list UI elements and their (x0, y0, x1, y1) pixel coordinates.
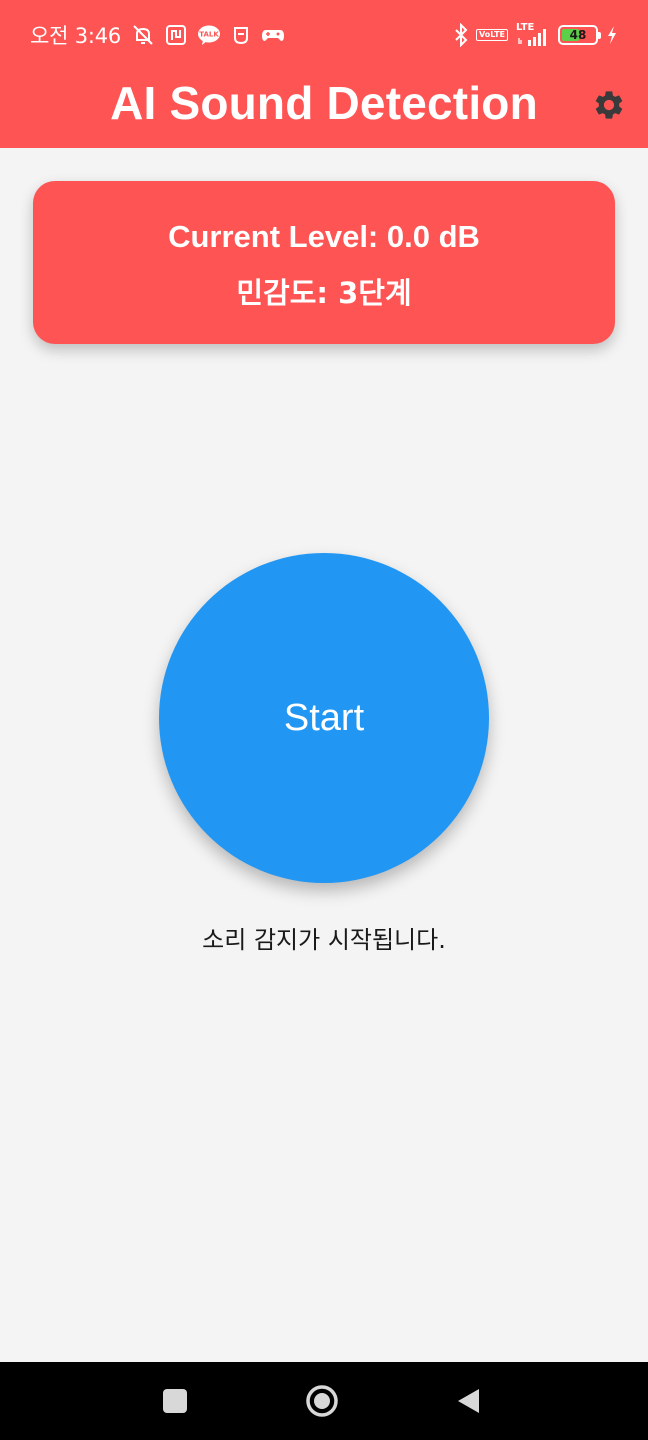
app-title: AI Sound Detection (110, 77, 538, 129)
battery-level: 48 (569, 28, 587, 42)
bluetooth-icon (454, 23, 468, 47)
recent-apps-icon (163, 1389, 187, 1413)
sensitivity-text: 민감도: 3단계 (236, 276, 412, 310)
volte-icon: Vo LTE (476, 29, 508, 41)
battery-icon: 48 (558, 25, 601, 45)
mute-icon (131, 23, 155, 47)
home-button[interactable] (287, 1362, 357, 1440)
gamepad-icon (261, 25, 285, 45)
lte-signal-icon: LTE (516, 22, 550, 48)
home-icon (306, 1385, 338, 1417)
navigation-bar (0, 1362, 648, 1440)
settings-button[interactable] (588, 84, 630, 126)
kakaotalk-label: TALK (199, 31, 219, 39)
back-button[interactable] (433, 1362, 503, 1440)
app-bar: AI Sound Detection (0, 68, 648, 148)
nfc-icon (165, 24, 187, 46)
current-level-text: Current Level: 0.0 dB (168, 219, 480, 254)
status-time: 오전 3:46 (30, 24, 122, 48)
back-icon (458, 1389, 479, 1413)
gear-icon (595, 91, 623, 119)
start-button[interactable]: Start (159, 553, 489, 883)
status-bar-right: Vo LTE LTE 48 (454, 20, 618, 50)
status-bar: 오전 3:46 TALK Vo LTE LTE 48 (0, 0, 648, 68)
volte-label-bottom: LTE (490, 30, 505, 39)
detection-status-message: 소리 감지가 시작됩니다. (202, 926, 446, 954)
volte-label-top: Vo (479, 30, 491, 39)
level-card: Current Level: 0.0 dB 민감도: 3단계 (33, 181, 615, 344)
recent-apps-button[interactable] (140, 1362, 210, 1440)
kakaotalk-icon: TALK (197, 24, 221, 46)
notification-app-icon (231, 24, 251, 46)
status-bar-left: 오전 3:46 TALK (30, 20, 285, 50)
charging-icon (606, 25, 618, 45)
